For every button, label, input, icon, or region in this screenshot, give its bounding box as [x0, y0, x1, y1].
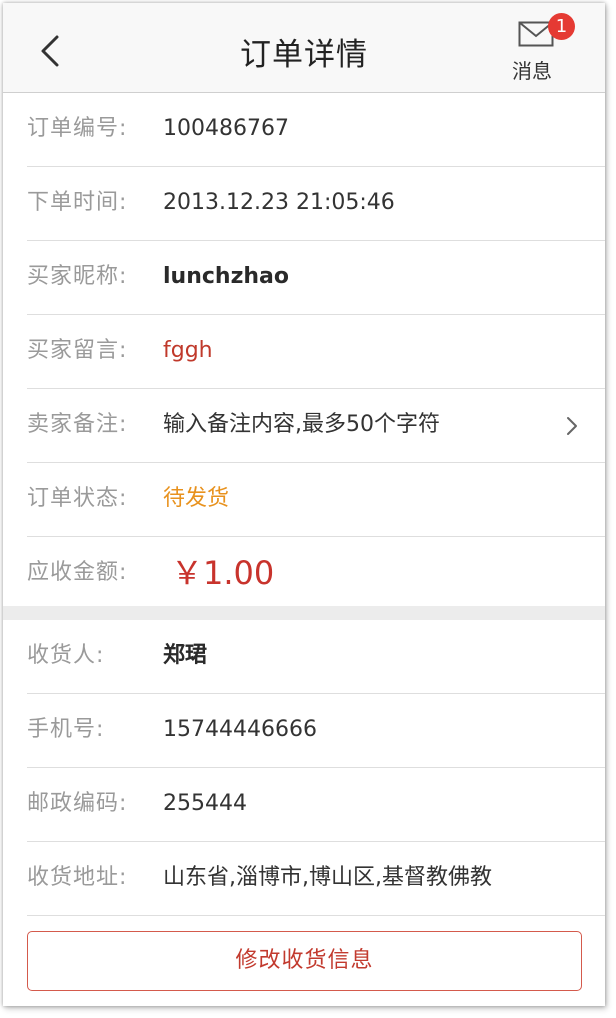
buyer-message-value: fggh: [163, 338, 213, 363]
order-time-label: 下单时间:: [27, 190, 128, 215]
phone-value: 15744446666: [163, 717, 317, 742]
recipient-value: 郑珺: [163, 643, 208, 668]
order-time-row: 下单时间: 2013.12.23 21:05:46: [3, 167, 605, 241]
buyer-message-label: 买家留言:: [27, 338, 128, 363]
order-number-value: 100486767: [163, 116, 289, 141]
recipient-label: 收货人:: [27, 643, 105, 668]
order-status-value: 待发货: [163, 486, 230, 511]
order-number-row: 订单编号: 100486767: [3, 93, 605, 167]
seller-remark-row[interactable]: 卖家备注: 输入备注内容,最多50个字符: [3, 389, 605, 463]
address-row: 收货地址: 山东省,淄博市,博山区,基督教佛教: [3, 842, 605, 916]
amount-due-value: ￥1.00: [171, 554, 275, 592]
postal-code-value: 255444: [163, 791, 247, 816]
navigation-bar: 订单详情 1 消息: [3, 3, 605, 93]
messages-label: 消息: [512, 59, 552, 83]
address-label: 收货地址:: [27, 865, 128, 890]
order-info-section: 订单编号: 100486767 下单时间: 2013.12.23 21:05:4…: [3, 93, 605, 611]
edit-shipping-info-button[interactable]: 修改收货信息: [27, 931, 582, 991]
amount-due-label: 应收金额:: [27, 560, 128, 585]
section-divider: [3, 606, 605, 620]
buyer-nickname-label: 买家昵称:: [27, 264, 128, 289]
phone-label: 手机号:: [27, 717, 105, 742]
app-screen: 订单详情 1 消息 订单编号: 100486767 下单时间: 2013.12.…: [3, 3, 605, 1006]
postal-code-label: 邮政编码:: [27, 791, 128, 816]
postal-code-row: 邮政编码: 255444: [3, 768, 605, 842]
buyer-nickname-row: 买家昵称: lunchzhao: [3, 241, 605, 315]
order-number-label: 订单编号:: [27, 116, 128, 141]
order-status-row: 订单状态: 待发货: [3, 463, 605, 537]
recipient-row: 收货人: 郑珺: [3, 620, 605, 694]
shipping-info-section: 收货人: 郑珺 手机号: 15744446666 邮政编码: 255444 收货…: [3, 620, 605, 916]
messages-button[interactable]: 1 消息: [508, 13, 575, 89]
phone-row: 手机号: 15744446666: [3, 694, 605, 768]
address-value: 山东省,淄博市,博山区,基督教佛教: [163, 865, 492, 890]
buyer-nickname-value: lunchzhao: [163, 264, 289, 289]
chevron-right-icon: [567, 417, 577, 435]
seller-remark-label: 卖家备注:: [27, 412, 128, 437]
order-status-label: 订单状态:: [27, 486, 128, 511]
amount-due-row: 应收金额: ￥1.00: [3, 537, 605, 611]
seller-remark-input[interactable]: 输入备注内容,最多50个字符: [163, 389, 440, 461]
unread-badge: 1: [548, 13, 575, 40]
order-time-value: 2013.12.23 21:05:46: [163, 190, 395, 215]
buyer-message-row: 买家留言: fggh: [3, 315, 605, 389]
